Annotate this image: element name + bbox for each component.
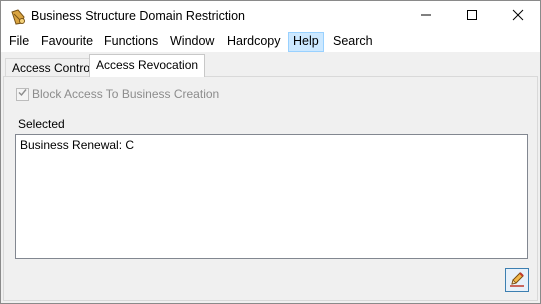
access-revocation-panel: Block Access To Business Creation Select…: [3, 76, 538, 301]
tab-control: Access Control Access Revocation Block A…: [1, 52, 540, 303]
menu-file[interactable]: File: [4, 32, 34, 52]
menu-hardcopy[interactable]: Hardcopy: [222, 32, 286, 52]
scroll-key-icon: [9, 8, 27, 26]
pencil-icon: [508, 270, 526, 291]
close-button[interactable]: [495, 1, 541, 32]
maximize-button[interactable]: [449, 1, 495, 32]
menu-search[interactable]: Search: [328, 32, 378, 52]
tab-access-control[interactable]: Access Control: [5, 58, 100, 77]
title-bar[interactable]: Business Structure Domain Restriction: [1, 1, 540, 32]
close-icon: [512, 9, 524, 24]
block-access-checkbox-row[interactable]: Block Access To Business Creation: [16, 87, 219, 101]
menu-window[interactable]: Window: [165, 32, 219, 52]
app-window: Business Structure Domain Restriction Fi…: [0, 0, 541, 304]
menu-help[interactable]: Help: [288, 32, 324, 52]
checkmark-icon: [17, 87, 28, 101]
window-title: Business Structure Domain Restriction: [31, 9, 245, 23]
tab-access-revocation[interactable]: Access Revocation: [89, 54, 206, 77]
edit-button[interactable]: [505, 268, 529, 292]
list-item[interactable]: Business Renewal: C: [20, 138, 134, 152]
menu-functions[interactable]: Functions: [99, 32, 163, 52]
minimize-button[interactable]: [403, 1, 449, 32]
block-access-checkbox[interactable]: [16, 87, 29, 101]
block-access-label: Block Access To Business Creation: [32, 87, 220, 101]
selected-list[interactable]: Business Renewal: C: [15, 134, 528, 259]
menu-favourite[interactable]: Favourite: [36, 32, 98, 52]
minimize-icon: [420, 9, 432, 24]
menu-bar: File Favourite Functions Window Hardcopy…: [1, 32, 540, 52]
selected-label: Selected: [18, 117, 65, 131]
maximize-icon: [466, 9, 478, 24]
